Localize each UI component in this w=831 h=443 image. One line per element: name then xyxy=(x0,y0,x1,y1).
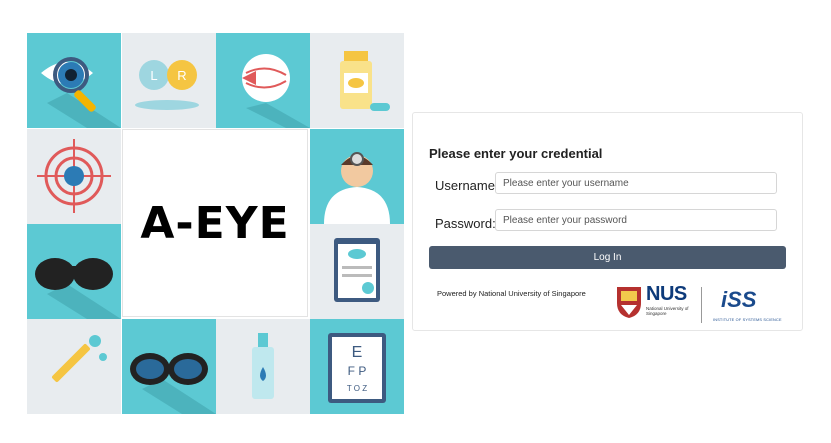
nus-logo: NUS National University of Singapore xyxy=(615,283,695,323)
eye-chart-icon: E F P T O Z xyxy=(310,319,404,414)
sunglasses-icon xyxy=(122,319,216,414)
login-heading: Please enter your credential xyxy=(429,146,603,161)
app-title: A-EYE xyxy=(140,197,290,249)
logo-divider xyxy=(701,287,702,323)
banner-mosaic: L R E F P T O Z A-EYE xyxy=(27,33,404,414)
eye-chart-row-3: T O Z xyxy=(347,384,367,393)
eye-dropper-icon xyxy=(27,319,121,414)
eye-chart-row-1: E xyxy=(352,344,363,361)
iss-logo: iSS INSTITUTE OF SYSTEMS SCIENCE xyxy=(713,285,783,325)
lens-left-label: L xyxy=(150,68,157,83)
target-eye-icon xyxy=(27,129,121,224)
nus-name: NUS xyxy=(646,283,687,305)
contact-lens-case-icon: L R xyxy=(122,33,216,128)
powered-by-text: Powered by National University of Singap… xyxy=(437,289,586,298)
magnifier-eye-icon xyxy=(27,33,121,128)
app-logo: A-EYE xyxy=(122,129,308,317)
eye-chart-row-2: F P xyxy=(348,364,367,378)
nus-crest-icon xyxy=(617,287,641,318)
nus-subtitle: National University of Singapore xyxy=(646,306,689,316)
doctor-icon xyxy=(310,129,404,224)
login-card: Please enter your credential Username: P… xyxy=(412,112,803,331)
eyeball-anatomy-icon xyxy=(216,33,310,128)
eye-drops-bottle-icon xyxy=(216,319,310,414)
clipboard-icon xyxy=(310,224,404,319)
password-input[interactable] xyxy=(495,209,777,231)
pill-bottle-icon xyxy=(310,33,404,128)
pinhole-glasses-icon xyxy=(27,224,121,319)
password-label: Password: xyxy=(435,216,496,231)
lens-right-label: R xyxy=(177,68,186,83)
username-label: Username: xyxy=(435,178,499,193)
iss-subtitle: INSTITUTE OF SYSTEMS SCIENCE xyxy=(713,318,782,322)
login-button[interactable]: Log In xyxy=(429,246,786,269)
iss-name: iSS xyxy=(721,287,757,312)
username-input[interactable] xyxy=(495,172,777,194)
